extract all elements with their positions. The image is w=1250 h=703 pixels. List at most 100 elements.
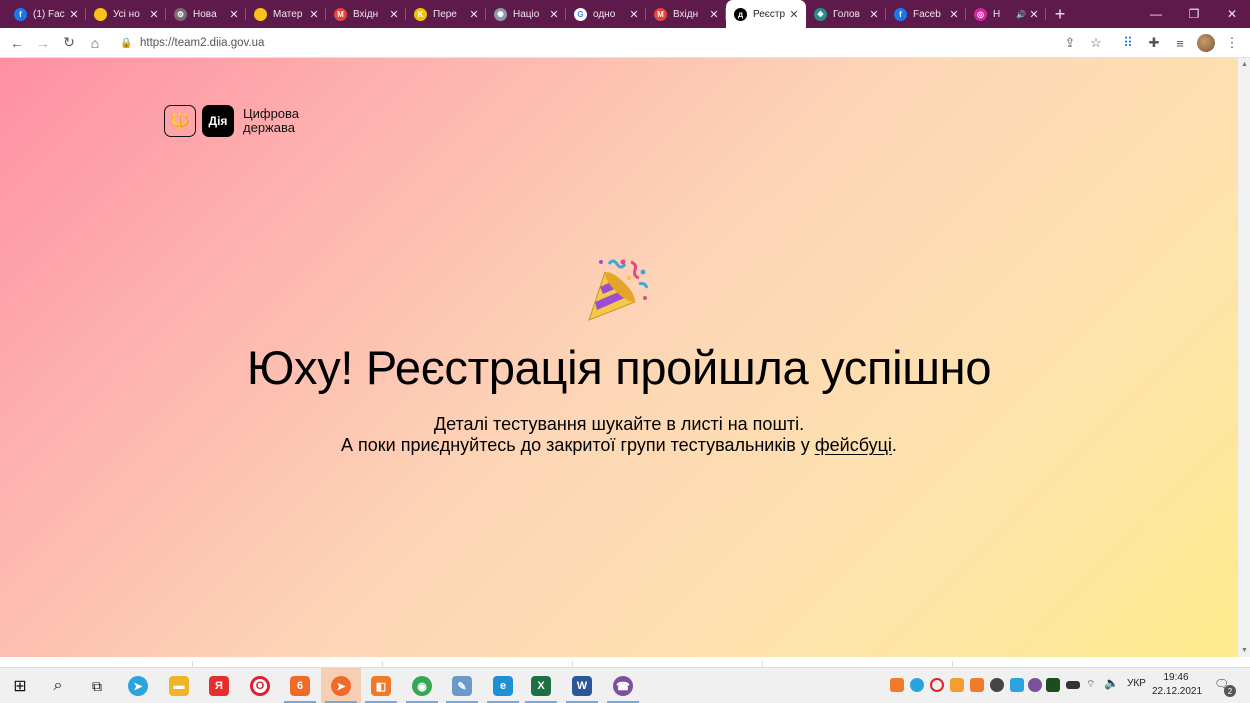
yandex-browser-icon: Я xyxy=(209,676,229,696)
scroll-down-icon[interactable]: ▼ xyxy=(1241,647,1248,654)
tab-close-icon[interactable]: ✕ xyxy=(148,8,160,21)
clock[interactable]: 19:46 22.12.2021 xyxy=(1152,671,1203,699)
tray-nvidia-icon[interactable] xyxy=(1046,678,1060,692)
browser-tab[interactable]: ⚙ Новa ✕ xyxy=(166,0,246,28)
trident-icon: 🔱 xyxy=(164,105,196,137)
tab-close-icon[interactable]: ✕ xyxy=(228,8,240,21)
facebook-icon: f xyxy=(894,7,907,21)
address-bar[interactable]: 🔒 https://team2.diia.gov.ua xyxy=(112,31,1112,55)
menu-kebab-icon[interactable]: ⋮ xyxy=(1219,30,1245,56)
tab-close-icon[interactable]: ✕ xyxy=(788,8,800,21)
taskbar-opera[interactable]: O xyxy=(240,668,280,703)
tab-title: Голов xyxy=(833,8,860,20)
reading-list-icon[interactable]: ≡ xyxy=(1167,30,1193,56)
tab-title: Faceb xyxy=(913,8,941,20)
tab-close-icon[interactable]: ✕ xyxy=(548,8,560,21)
logo[interactable]: 🔱 Дія Цифрова держава xyxy=(164,105,353,137)
browser-tab[interactable]: ✺ Націо ✕ xyxy=(486,0,566,28)
taskbar-file-explorer[interactable]: ▬ xyxy=(159,668,199,703)
restore-button[interactable]: ❐ xyxy=(1174,0,1214,28)
tab-close-icon[interactable]: ✕ xyxy=(708,8,720,21)
paint-icon: ✎ xyxy=(452,676,472,696)
logo-text-line1: Цифрова xyxy=(243,106,300,121)
tab-title: Реєстр xyxy=(753,8,786,20)
tab-title: (1) Fac xyxy=(33,8,65,20)
yellow-square-icon: K xyxy=(414,7,427,21)
party-popper-icon xyxy=(588,259,649,321)
profile-avatar[interactable] xyxy=(1193,30,1219,56)
tray-opera-icon[interactable] xyxy=(930,678,944,692)
browser-toolbar: ← → ↻ ⌂ 🔒 https://team2.diia.gov.ua ⇪ ☆ … xyxy=(0,28,1250,58)
tray-telegram-icon[interactable] xyxy=(910,678,924,692)
lock-icon[interactable]: 🔒 xyxy=(120,38,136,49)
taskbar-telegram-2[interactable]: ➤ xyxy=(321,668,361,703)
diia-logo: Дія xyxy=(202,105,234,137)
apps-grid-icon[interactable]: ⠿ xyxy=(1115,30,1141,56)
taskbar-excel[interactable]: X xyxy=(521,668,561,703)
scroll-up-icon[interactable]: ▲ xyxy=(1241,61,1248,68)
tab-close-icon[interactable]: ✕ xyxy=(308,8,320,21)
taskbar-app-orange[interactable]: ◧ xyxy=(361,668,401,703)
notification-center-button[interactable]: 🗨 2 xyxy=(1214,677,1236,697)
bookmark-star-icon[interactable]: ☆ xyxy=(1083,30,1109,56)
battery-icon[interactable] xyxy=(1066,681,1080,689)
tray-app-icon[interactable] xyxy=(950,678,964,692)
browser-tab[interactable]: M Вхідн ✕ xyxy=(326,0,406,28)
tab-close-icon[interactable]: ✕ xyxy=(948,8,960,21)
language-indicator[interactable]: УКР xyxy=(1127,678,1146,689)
tab-close-icon[interactable]: ✕ xyxy=(388,8,400,21)
forward-icon[interactable]: → xyxy=(30,30,56,56)
task-view-button[interactable]: ⧉ xyxy=(77,668,117,703)
tab-audio-icon[interactable]: 🔊 xyxy=(1016,10,1026,19)
tray-app-icon[interactable] xyxy=(970,678,984,692)
taskbar-telegram[interactable]: ➤ xyxy=(118,668,158,703)
browser-tab[interactable]: Усі но ✕ xyxy=(86,0,166,28)
start-button[interactable]: ⊞ xyxy=(0,668,40,703)
extensions-icon[interactable]: ✚ xyxy=(1141,30,1167,56)
wifi-icon[interactable]: ⌔ xyxy=(1086,678,1095,691)
tab-close-icon[interactable]: ✕ xyxy=(628,8,640,21)
taskbar-viber[interactable]: ☎ xyxy=(603,668,643,703)
browser-tab[interactable]: M Вхідн ✕ xyxy=(646,0,726,28)
search-button[interactable]: ⌕ xyxy=(38,668,78,703)
new-tab-button[interactable]: + xyxy=(1046,0,1074,28)
url-text[interactable]: https://team2.diia.gov.ua xyxy=(140,37,264,49)
taskbar-app-6[interactable]: 6 xyxy=(280,668,320,703)
browser-tab[interactable]: д Реєстр ✕ xyxy=(726,0,806,28)
tab-close-icon[interactable]: ✕ xyxy=(68,8,80,21)
taskbar-word[interactable]: W xyxy=(562,668,602,703)
home-icon[interactable]: ⌂ xyxy=(82,30,108,56)
browser-tab[interactable]: ❖ Голов ✕ xyxy=(806,0,886,28)
emblem-icon: ✺ xyxy=(494,7,507,21)
tab-title: Перe xyxy=(433,8,457,20)
share-icon[interactable]: ⇪ xyxy=(1057,30,1083,56)
tab-close-icon[interactable]: ✕ xyxy=(1028,8,1040,21)
taskbar-chrome[interactable]: ◉ xyxy=(402,668,442,703)
tray-app-icon[interactable] xyxy=(1010,678,1024,692)
tray-viber-icon[interactable] xyxy=(1028,678,1042,692)
taskbar-yandex-browser[interactable]: Я xyxy=(199,668,239,703)
tray-app-icon[interactable] xyxy=(990,678,1004,692)
subtitle-line2-prefix: А поки приєднуйтесь до закритої групи те… xyxy=(341,435,815,455)
facebook-group-link[interactable]: фейсбуці xyxy=(815,435,892,455)
tab-close-icon[interactable]: ✕ xyxy=(468,8,480,21)
taskbar-internet-explorer[interactable]: e xyxy=(483,668,523,703)
back-icon[interactable]: ← xyxy=(4,30,30,56)
tab-close-icon[interactable]: ✕ xyxy=(868,8,880,21)
taskbar-paint[interactable]: ✎ xyxy=(442,668,482,703)
browser-tab[interactable]: Матер ✕ xyxy=(246,0,326,28)
tab-title: Н xyxy=(993,8,1001,20)
reload-icon[interactable]: ↻ xyxy=(56,30,82,56)
browser-tab[interactable]: ◎ Н 🔊 ✕ xyxy=(966,0,1046,28)
volume-icon[interactable]: 🔈 xyxy=(1104,676,1119,690)
page-scrollbar[interactable]: ▲ ▼ xyxy=(1238,58,1250,657)
minimize-button[interactable]: — xyxy=(1136,0,1176,28)
browser-tab[interactable]: Gодно ✕ xyxy=(566,0,646,28)
browser-tab[interactable]: K Перe ✕ xyxy=(406,0,486,28)
browser-tab[interactable]: f (1) Fac ✕ xyxy=(6,0,86,28)
tray-app-icon[interactable] xyxy=(890,678,904,692)
close-window-button[interactable]: ✕ xyxy=(1212,0,1250,28)
browser-tab[interactable]: f Faceb ✕ xyxy=(886,0,966,28)
subtitle: Деталі тестування шукайте в листі на пош… xyxy=(0,414,1238,456)
clock-date: 22.12.2021 xyxy=(1152,686,1203,697)
